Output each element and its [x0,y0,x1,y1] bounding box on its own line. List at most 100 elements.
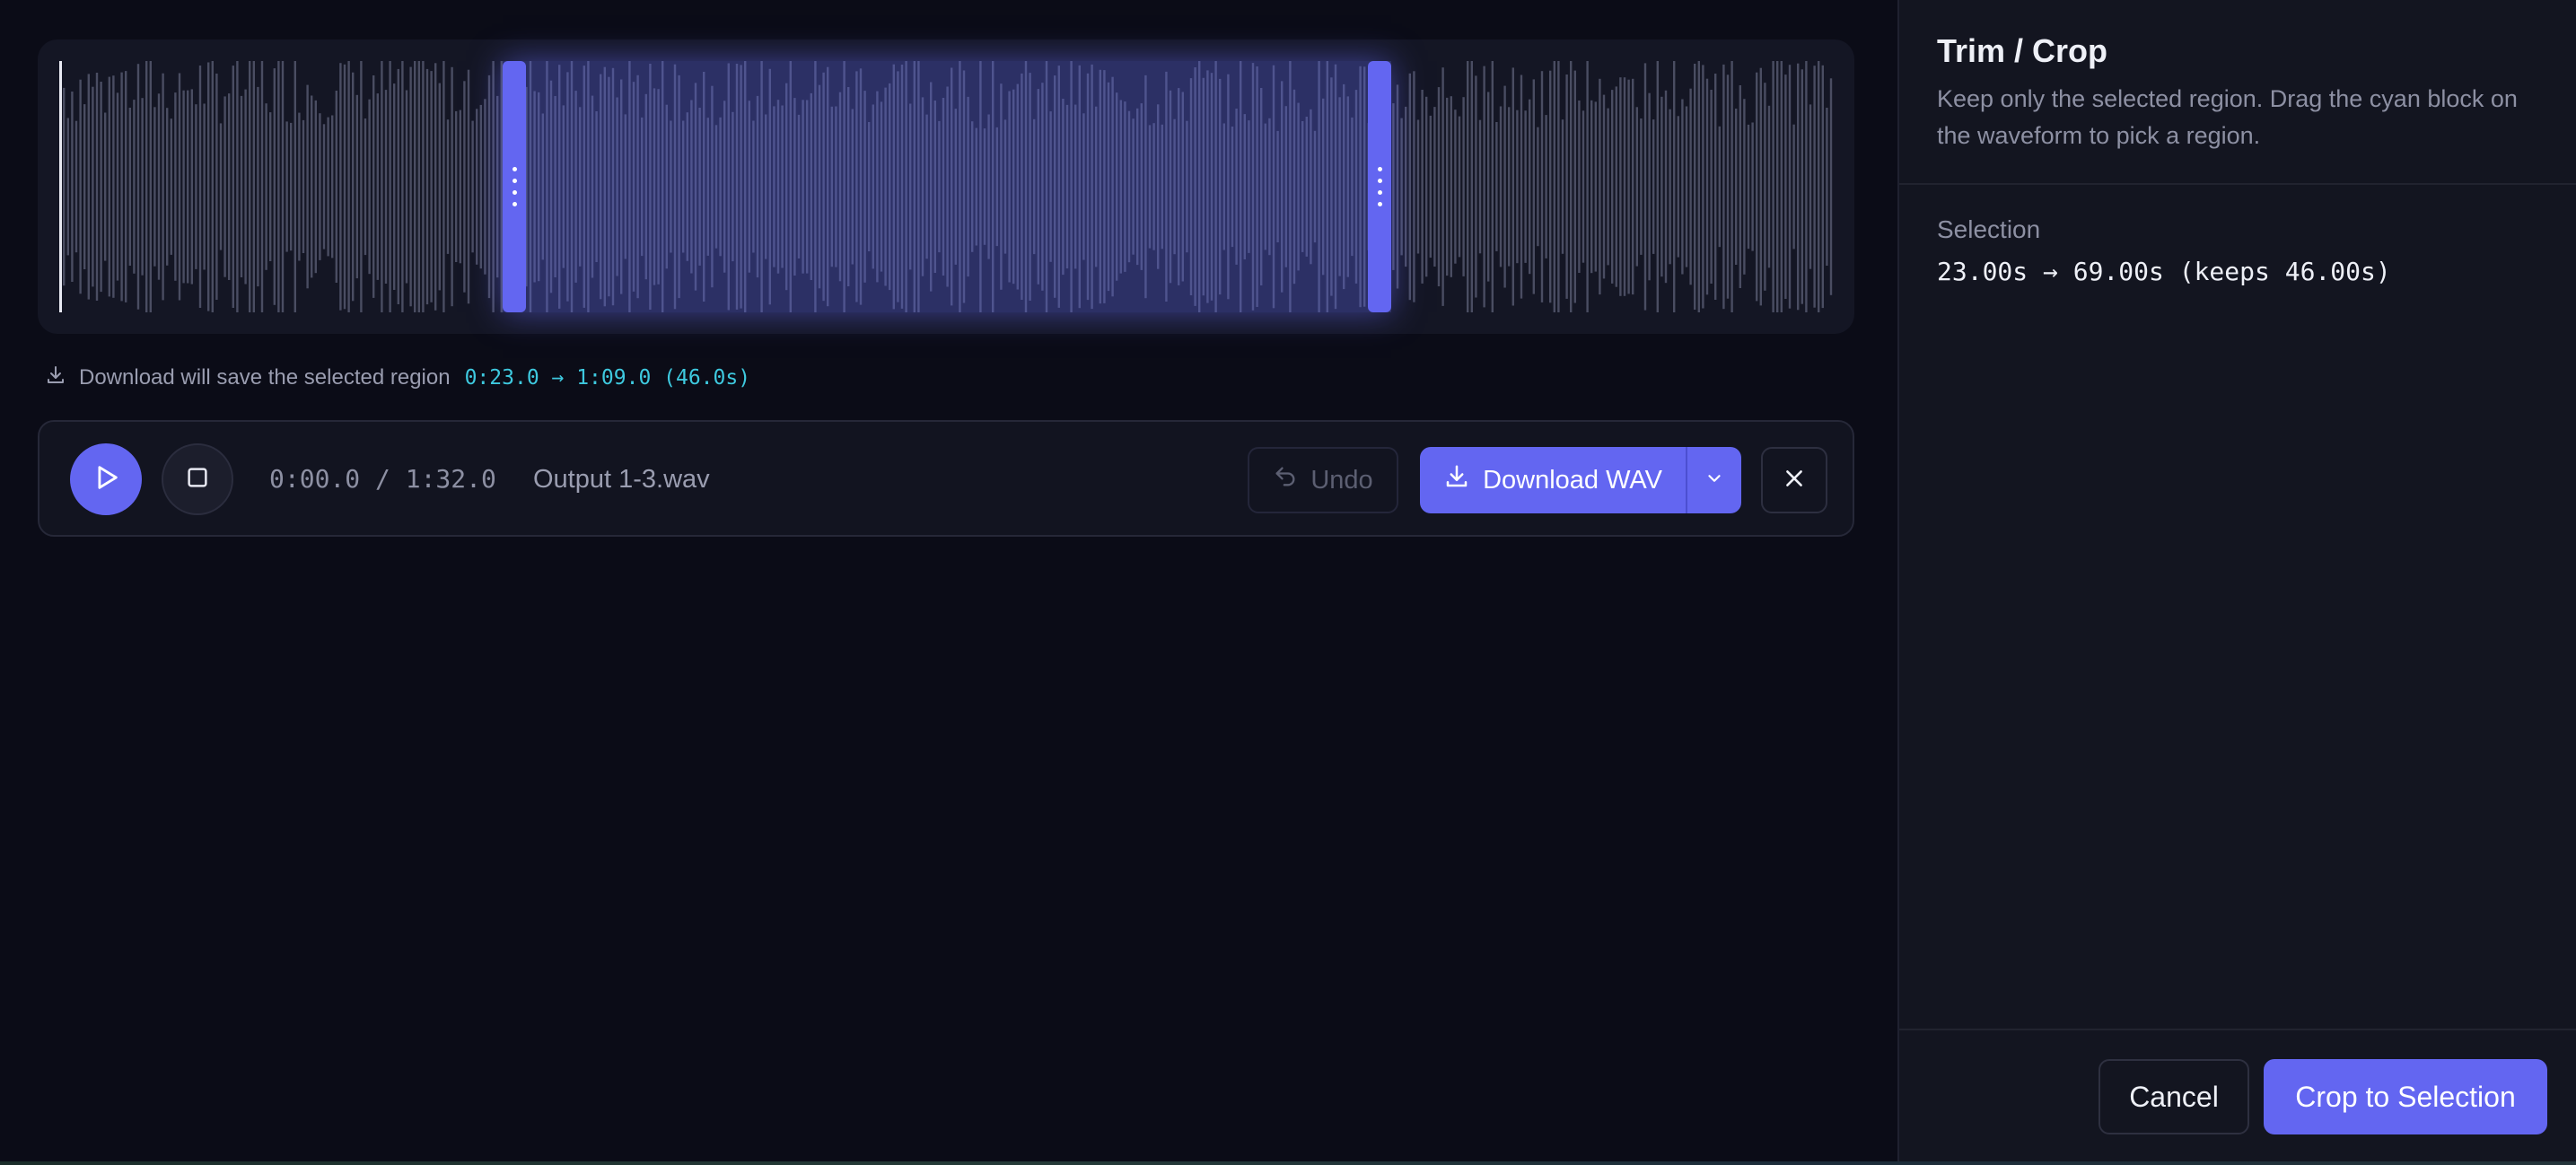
waveform-bar [1722,64,1725,310]
waveform-bar [1759,67,1762,306]
waveform-bar [364,118,367,256]
waveform-bar [381,61,383,312]
stop-button[interactable] [162,443,233,515]
waveform-bar [1503,85,1506,288]
waveform-bar [1643,63,1647,311]
cancel-button[interactable]: Cancel [2098,1059,2249,1134]
waveform-bar [1718,126,1721,248]
waveform-bar [1801,69,1803,304]
waveform-bar [174,92,177,281]
waveform-bar [1586,61,1589,312]
waveform-bar [162,73,164,301]
handle-grip-dot [512,190,517,195]
waveform-bar [1429,115,1432,258]
selection-start-handle[interactable] [503,61,526,312]
crop-to-selection-button[interactable]: Crop to Selection [2264,1059,2547,1134]
waveform-bar [1821,65,1824,309]
waveform-bar [352,72,355,302]
waveform-bar [360,61,363,312]
waveform-bar [244,89,247,285]
waveform-bar [1491,61,1494,312]
waveform-bar [1462,97,1465,276]
waveform-bar [417,61,420,312]
waveform-bar [425,68,429,305]
handle-grip-dot [512,179,517,183]
waveform-bar [178,73,181,301]
waveform-bar [1450,96,1452,277]
waveform-bar [1540,71,1544,302]
waveform-bar [116,92,119,281]
waveform-bar [1673,61,1676,312]
waveform-bar [1549,70,1552,303]
download-options-button[interactable] [1686,447,1741,513]
undo-button[interactable]: Undo [1248,447,1398,513]
waveform-bar [1392,103,1395,270]
waveform-bar [1784,74,1787,299]
waveform-bar [157,93,161,280]
waveform-bar [1437,87,1441,286]
waveform-bar [1467,61,1469,312]
divider [1899,183,2576,185]
waveform-bar [136,64,140,310]
waveform-bar [1561,119,1564,254]
transport-bar: 0:00.0 / 1:32.0 Output 1-3.wav Undo Down… [38,420,1854,537]
waveform-bar [422,61,425,312]
waveform-card[interactable] [38,39,1854,334]
waveform-bar [187,90,189,284]
waveform-bar [1735,109,1738,265]
play-button[interactable] [70,443,142,515]
waveform-bar [281,61,285,312]
waveform-bar [203,103,206,270]
waveform-bar [1611,90,1614,284]
waveform-bar [1400,118,1403,256]
waveform-bar [1751,122,1754,251]
time-readout: 0:00.0 / 1:32.0 [269,464,496,494]
waveform-bar [1702,65,1704,309]
waveform-bar [368,99,371,275]
waveform-bar [1743,99,1746,275]
waveform-bar [149,61,152,312]
waveform-bar [211,61,214,312]
waveform-bar [83,104,86,269]
waveform-bar [1421,90,1424,284]
waveform-bar [306,84,309,289]
waveform-bar [228,93,231,280]
waveform-bar [311,95,313,278]
waveform-bar [1441,67,1444,306]
waveform-bar [339,63,342,311]
download-wav-button[interactable]: Download WAV [1420,447,1686,513]
selection-end-handle[interactable] [1368,61,1391,312]
waveform-bar [1602,94,1606,279]
waveform-bar [1590,100,1593,274]
waveform-bar [1623,77,1626,296]
waveform-bar [471,120,474,253]
waveform-bar [1780,61,1783,312]
waveform-bar [487,74,491,299]
handle-grip-dot [1377,202,1382,206]
waveform-bar [1475,75,1477,298]
waveform-bar [1511,67,1514,306]
waveform-bar [257,86,259,287]
waveform-bar [302,119,305,253]
selection-region[interactable] [503,61,1391,312]
waveform-bar [1648,92,1651,281]
waveform-bar [1660,96,1663,277]
handle-grip-dot [1377,167,1382,171]
waveform-bar [219,123,223,250]
waveform-bar [125,71,127,302]
waveform-bar [112,75,115,298]
waveform-bar [145,61,148,312]
waveform-bar [92,86,94,287]
waveform-bar [1705,78,1709,295]
waveform-bar [438,83,441,291]
playhead[interactable] [59,61,62,312]
waveform-bar [170,118,172,255]
waveform-bar [1767,105,1771,268]
waveform-bar [269,112,272,261]
close-button[interactable] [1761,447,1827,513]
waveform-bar [182,90,185,284]
waveform-bar [1697,61,1700,312]
waveform-bar [434,63,437,311]
download-hint-text: Download will save the selected region [79,365,451,390]
waveform-bar [1446,97,1449,276]
